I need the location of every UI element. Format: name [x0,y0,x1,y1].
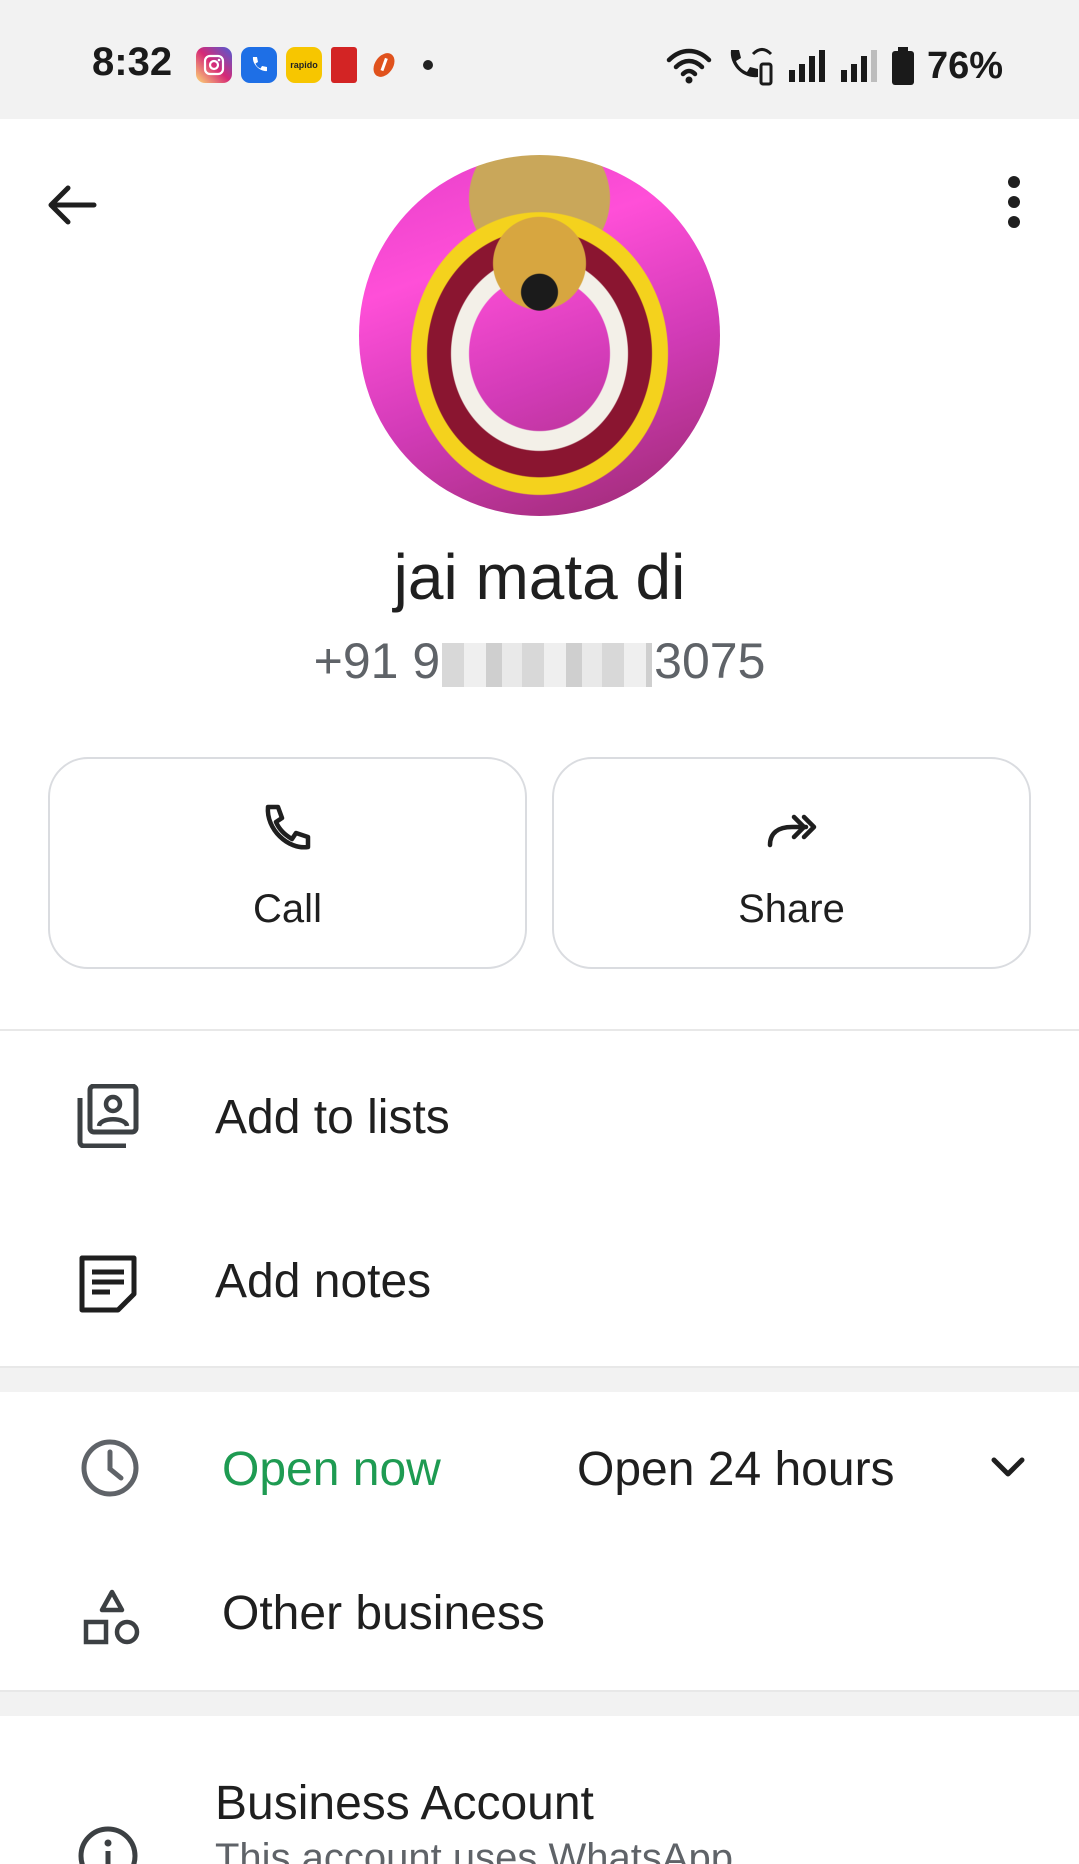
section-gap [0,1368,1079,1392]
share-label: Share [738,887,845,931]
rapido-icon: rapido [286,47,322,83]
add-notes-row[interactable]: Add notes [0,1224,1079,1344]
more-vert-icon [1008,176,1020,228]
battery-percent: 76% [926,44,1003,87]
clock-icon [81,1439,139,1497]
business-hours-row[interactable] [0,1392,1079,1532]
signal-2-icon [840,50,877,82]
notification-icons: rapido [196,47,433,83]
more-notifications-dot [423,60,433,70]
rapido-label: rapido [290,60,318,70]
red-app-icon [331,47,357,83]
phone-icon [265,804,310,850]
wifi-icon [666,48,712,84]
business-category-label: Other business [222,1587,545,1640]
instagram-icon [196,47,232,83]
expand-hours-button[interactable] [988,1448,1028,1488]
contact-phone: +91 9 3075 [0,632,1079,690]
status-indicators: 76% [665,44,1003,88]
share-button[interactable]: Share [552,757,1031,969]
contact-name: jai mata di [393,541,686,613]
section-divider [0,1366,1079,1368]
contact-list-icon [77,1084,139,1148]
add-notes-label: Add notes [215,1255,432,1308]
battery-icon [891,47,914,85]
signal-1-icon [788,50,825,82]
add-to-lists-row[interactable]: Add to lists [0,1060,1079,1180]
contact-details-screen: 8:32 rapido 76% jai mata di +91 9 3075 C… [0,0,1079,1864]
add-to-lists-label: Add to lists [215,1091,450,1144]
status-bar: 8:32 rapido 76% [0,0,1079,119]
phone-suffix: 3075 [654,633,766,689]
back-arrow-icon [48,185,97,225]
business-account-title: Business Account [215,1777,594,1830]
call-label: Call [253,887,322,931]
business-hours: Open 24 hours [577,1443,895,1496]
section-divider [0,1029,1079,1031]
info-icon [78,1826,138,1864]
share-forward-icon [767,814,816,848]
chevron-down-icon [991,1457,1025,1477]
more-options-button[interactable] [994,172,1034,232]
wifi-calling-icon [730,48,773,86]
business-category-row: Other business [0,1556,1079,1676]
truecaller-icon [241,47,277,83]
phone-prefix: +91 9 [313,633,441,689]
business-account-subtitle: This account uses WhatsApp [215,1836,734,1864]
phone-redaction [442,642,653,687]
contact-avatar[interactable] [359,155,720,516]
call-button[interactable]: Call [48,757,527,969]
back-button[interactable] [42,175,102,235]
section-gap [0,1692,1079,1716]
category-shapes-icon [83,1589,140,1645]
open-status: Open now [222,1443,441,1496]
notes-icon [79,1255,137,1313]
status-time: 8:32 [92,40,173,84]
icici-icon [366,47,402,83]
